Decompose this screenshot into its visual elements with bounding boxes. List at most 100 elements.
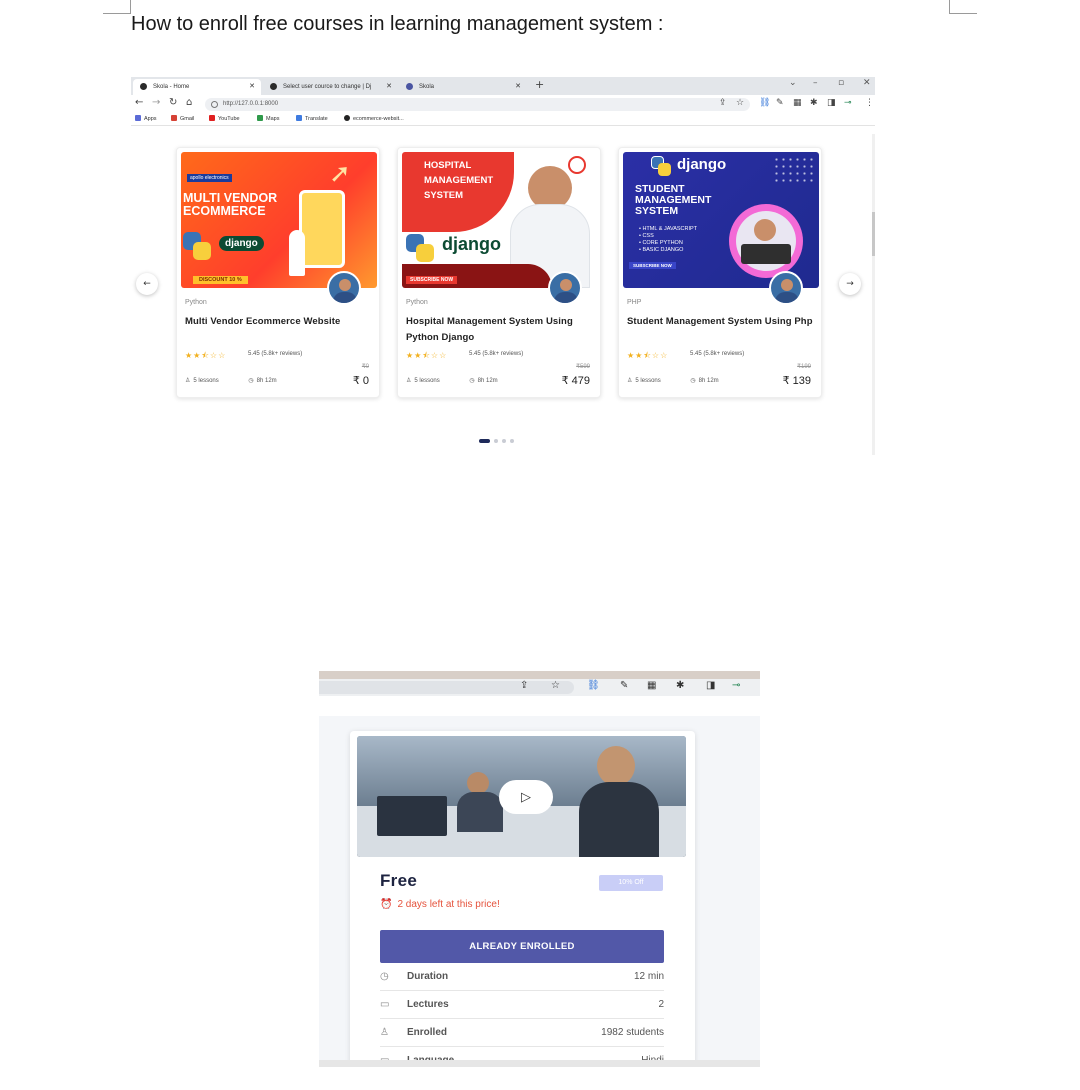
extension-icon[interactable]: ▦ xyxy=(647,680,656,691)
shopper-illustration xyxy=(289,230,305,276)
clock-icon: ◷ xyxy=(690,378,696,384)
course-category[interactable]: Python xyxy=(185,299,207,306)
browser-tab-skola[interactable]: Skola ✕ xyxy=(399,79,527,95)
original-price: ₹0 xyxy=(361,364,369,370)
share-icon[interactable]: ⇪ xyxy=(520,680,528,691)
reload-icon[interactable]: ↻ xyxy=(169,97,177,108)
banner-heading: HOSPITAL MANAGEMENT SYSTEM xyxy=(424,160,494,201)
key-icon[interactable]: ⊸ xyxy=(732,680,740,691)
carousel-dot[interactable] xyxy=(479,439,490,443)
taskbar-strip xyxy=(319,1060,760,1067)
author-avatar[interactable] xyxy=(327,271,361,305)
course-duration: ◷ 8h 12m xyxy=(690,378,719,384)
course-thumbnail[interactable]: HOSPITAL MANAGEMENT SYSTEM django SUBSCR… xyxy=(402,152,598,288)
corner-mark-right xyxy=(949,0,977,14)
course-title[interactable]: Student Management System Using Php xyxy=(627,314,817,330)
course-preview-video[interactable]: ▷ xyxy=(357,736,686,857)
course-category[interactable]: PHP xyxy=(627,299,641,306)
clock-decor-icon xyxy=(568,156,586,174)
detail-label: Lectures xyxy=(407,999,449,1010)
home-icon[interactable]: ⌂ xyxy=(186,97,192,108)
bookmark-apps[interactable]: Apps xyxy=(135,115,157,122)
author-avatar[interactable] xyxy=(769,271,803,305)
course-card[interactable]: apollo electronics MULTI VENDOR ECOMMERC… xyxy=(176,147,380,398)
carousel-dot[interactable] xyxy=(502,439,506,443)
alarm-icon: ⏰ xyxy=(380,899,393,910)
bookmark-maps[interactable]: Maps xyxy=(257,115,279,122)
menu-icon[interactable]: ⋮ xyxy=(865,98,874,108)
forward-icon[interactable]: → xyxy=(152,97,160,108)
lessons-icon: ♙ xyxy=(627,378,633,384)
original-price: ₹199 xyxy=(797,364,811,370)
url-input[interactable]: http://127.0.0.1:8000 xyxy=(205,98,750,111)
browser-top-strip xyxy=(319,671,760,679)
back-icon[interactable]: ← xyxy=(135,97,143,108)
bookmark-youtube[interactable]: YouTube xyxy=(209,115,240,122)
carousel-dot[interactable] xyxy=(510,439,514,443)
share-icon[interactable]: ⇪ xyxy=(719,98,727,108)
bookmark-star-icon[interactable]: ☆ xyxy=(736,98,744,108)
link-icon[interactable]: ⛓ xyxy=(759,98,770,108)
play-icon[interactable]: ▷ xyxy=(499,780,553,814)
course-title[interactable]: Multi Vendor Ecommerce Website xyxy=(185,314,375,330)
shop-phone-illustration xyxy=(299,190,345,268)
dots-decor xyxy=(773,156,817,186)
carousel-prev-button[interactable]: ← xyxy=(136,273,158,295)
monitor-illustration xyxy=(377,796,447,836)
tab-close-icon[interactable]: ✕ xyxy=(249,79,255,95)
course-card[interactable]: HOSPITAL MANAGEMENT SYSTEM django SUBSCR… xyxy=(397,147,601,398)
already-enrolled-button[interactable]: ALREADY ENROLLED xyxy=(380,930,664,963)
tab-favicon-icon xyxy=(140,83,147,90)
tab-close-icon[interactable]: ✕ xyxy=(386,79,392,95)
banner-heading: MULTI VENDOR ECOMMERCE xyxy=(183,191,278,218)
course-thumbnail[interactable]: django STUDENT MANAGEMENT SYSTEM • HTML … xyxy=(623,152,819,288)
eyedropper-icon[interactable]: ✎ xyxy=(776,98,784,108)
course-meta: ♙ 5 lessons ◷ 8h 12m xyxy=(406,377,526,384)
course-price: ₹ 0 xyxy=(352,375,369,387)
person-right-body xyxy=(579,782,659,857)
enroll-panel-screenshot: ⇪ ☆ ⛓ ✎ ▦ ✱ ◨ ⊸ ▷ Free 10% Off ⏰ 2 days l… xyxy=(319,671,760,1067)
puzzle-icon[interactable]: ✱ xyxy=(810,98,818,108)
person-right-illustration xyxy=(597,746,635,786)
lessons-count: ♙ 5 lessons xyxy=(185,378,219,384)
course-thumbnail[interactable]: apollo electronics MULTI VENDOR ECOMMERC… xyxy=(181,152,377,288)
person-left-body xyxy=(457,792,503,832)
course-card[interactable]: django STUDENT MANAGEMENT SYSTEM • HTML … xyxy=(618,147,822,398)
bookmark-ecommerce[interactable]: ecommerce-websit... xyxy=(344,115,404,122)
extension-icon[interactable]: ▦ xyxy=(793,98,802,108)
sidepanel-icon[interactable]: ◨ xyxy=(827,98,836,108)
page-scrollbar[interactable] xyxy=(872,134,875,455)
tab-close-icon[interactable]: ✕ xyxy=(515,79,521,95)
window-close-icon[interactable]: ✕ xyxy=(863,78,871,88)
author-avatar[interactable] xyxy=(548,271,582,305)
carousel-dot[interactable] xyxy=(494,439,498,443)
scrollbar-thumb[interactable] xyxy=(872,212,875,256)
browser-tab-skola-home[interactable]: Skola - Home ✕ xyxy=(133,79,261,95)
bookmark-translate[interactable]: Translate xyxy=(296,115,328,122)
bookmark-gmail[interactable]: Gmail xyxy=(171,115,194,122)
python-logo-icon xyxy=(651,156,671,176)
key-icon[interactable]: ⊸ xyxy=(844,98,852,108)
discount-ribbon: DISCOUNT 10 % xyxy=(193,276,248,284)
carousel-next-button[interactable]: → xyxy=(839,273,861,295)
link-icon[interactable]: ⛓ xyxy=(587,680,600,691)
detail-label: Duration xyxy=(407,971,449,982)
banner-topics: • HTML & JAVASCRIPT • CSS • CORE PYTHON … xyxy=(639,226,698,253)
url-input[interactable] xyxy=(319,681,574,694)
new-tab-icon[interactable]: + xyxy=(535,78,544,91)
course-rating: 5.45 (5.8k+ reviews) xyxy=(248,351,303,357)
tab-search-icon[interactable]: ⌄ xyxy=(789,78,797,88)
apps-icon xyxy=(135,115,141,121)
course-category[interactable]: Python xyxy=(406,299,428,306)
site-info-icon[interactable] xyxy=(211,101,218,108)
course-title[interactable]: Hospital Management System Using Python … xyxy=(406,314,596,346)
bookmark-star-icon[interactable]: ☆ xyxy=(551,680,560,691)
decor-arrow-icon: ➚ xyxy=(329,158,351,188)
maps-icon xyxy=(257,115,263,121)
maximize-icon[interactable]: ▫ xyxy=(838,78,844,88)
eyedropper-icon[interactable]: ✎ xyxy=(620,680,628,691)
minimize-icon[interactable]: – xyxy=(813,78,818,88)
sidepanel-icon[interactable]: ◨ xyxy=(706,680,715,691)
browser-tab-django-admin[interactable]: Select user cource to change | Dj ✕ xyxy=(263,79,398,95)
puzzle-icon[interactable]: ✱ xyxy=(676,680,684,691)
